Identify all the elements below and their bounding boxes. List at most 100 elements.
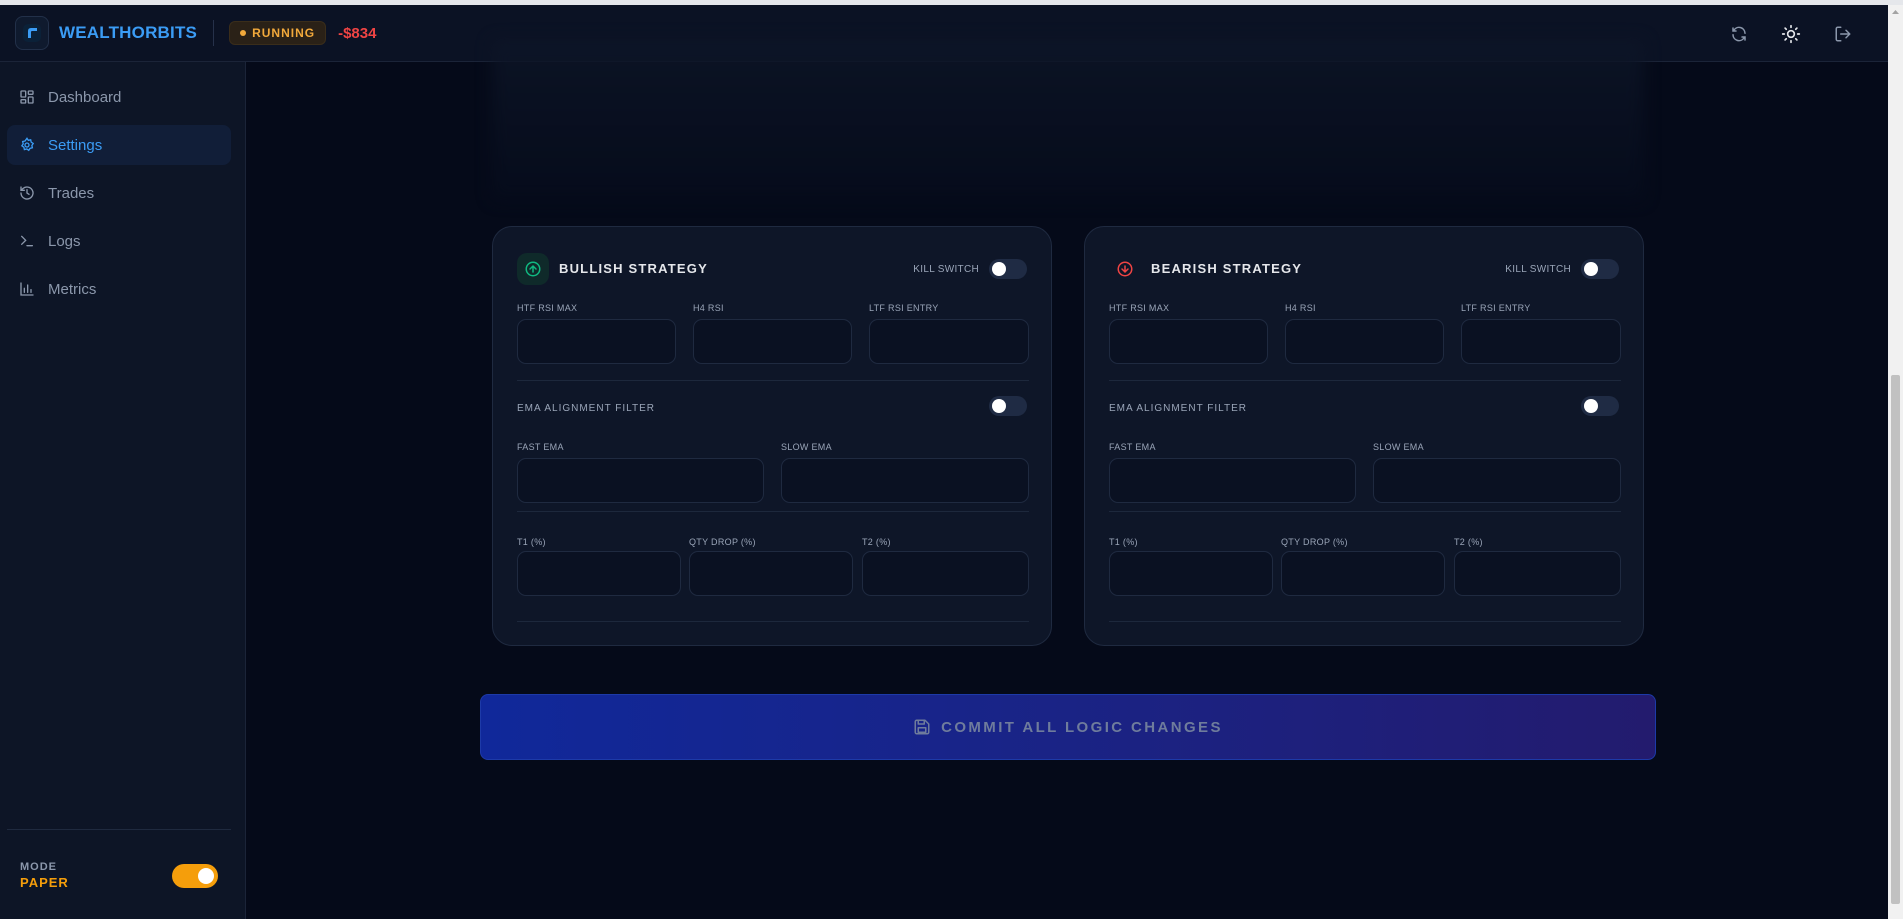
commit-all-changes-button[interactable]: COMMIT ALL LOGIC CHANGES: [480, 694, 1656, 760]
bullish-h4-rsi-input[interactable]: [693, 319, 852, 364]
bullish-ema-filter-toggle[interactable]: [989, 396, 1027, 416]
refresh-icon: [1732, 26, 1746, 41]
bullish-fast-ema-input[interactable]: [517, 458, 764, 503]
history-icon: [20, 186, 34, 200]
toggle-knob: [992, 399, 1006, 413]
toggle-knob: [1584, 262, 1598, 276]
sun-icon: [1781, 24, 1801, 43]
sidebar: Dashboard Settings Trades Logs Metrics M…: [0, 62, 246, 919]
bearish-slow-ema-input[interactable]: [1373, 458, 1621, 503]
status-text: RUNNING: [252, 26, 316, 40]
blurred-content-area: [492, 40, 1644, 200]
page-scrollbar[interactable]: [1888, 5, 1903, 919]
mode-toggle[interactable]: [172, 864, 218, 888]
brand-name: WEALTHORBITS: [59, 23, 198, 42]
bearish-h4-rsi-input[interactable]: [1285, 319, 1444, 364]
bullish-htf-rsi-max-input[interactable]: [517, 319, 676, 364]
card-divider: [517, 621, 1029, 622]
bearish-htf-rsi-max-input[interactable]: [1109, 319, 1268, 364]
bullish-slow-ema-input[interactable]: [781, 458, 1029, 503]
t1-label: T1 (%): [517, 537, 546, 547]
ltf-rsi-entry-label: LTF RSI ENTRY: [869, 303, 939, 313]
sidebar-divider: [7, 829, 231, 830]
kill-switch-label: KILL SWITCH: [1505, 264, 1571, 275]
toggle-knob: [1584, 399, 1598, 413]
bar-chart-icon: [20, 282, 34, 296]
slow-ema-label: SLOW EMA: [781, 442, 832, 452]
bullish-qty-drop-input[interactable]: [689, 551, 853, 596]
bullish-title: BULLISH STRATEGY: [559, 261, 708, 276]
bearish-qty-drop-input[interactable]: [1281, 551, 1445, 596]
sidebar-item-settings[interactable]: Settings: [7, 125, 231, 165]
bullish-t2-input[interactable]: [862, 551, 1029, 596]
slow-ema-label: SLOW EMA: [1373, 442, 1424, 452]
sidebar-item-trades[interactable]: Trades: [7, 173, 231, 213]
t2-label: T2 (%): [1454, 537, 1483, 547]
ltf-rsi-entry-label: LTF RSI ENTRY: [1461, 303, 1531, 313]
logo-icon: [23, 24, 41, 42]
bullish-ltf-rsi-entry-input[interactable]: [869, 319, 1029, 364]
sidebar-item-label: Metrics: [48, 280, 97, 298]
bearish-t1-input[interactable]: [1109, 551, 1273, 596]
qty-drop-label: QTY DROP (%): [689, 537, 756, 547]
theme-toggle-button[interactable]: [1778, 21, 1804, 47]
qty-drop-label: QTY DROP (%): [1281, 537, 1348, 547]
bearish-kill-switch-toggle[interactable]: [1581, 259, 1619, 279]
sidebar-item-metrics[interactable]: Metrics: [7, 269, 231, 309]
card-divider: [1109, 621, 1621, 622]
htf-rsi-max-label: HTF RSI MAX: [1109, 303, 1170, 313]
h4-rsi-label: H4 RSI: [1285, 303, 1316, 313]
fast-ema-label: FAST EMA: [1109, 442, 1156, 452]
refresh-button[interactable]: [1726, 21, 1752, 47]
arrow-up-circle-icon: [525, 261, 541, 277]
card-divider: [517, 511, 1029, 512]
status-dot: [240, 30, 247, 36]
toggle-knob: [198, 868, 214, 884]
sidebar-item-label: Trades: [48, 184, 95, 202]
sidebar-item-dashboard[interactable]: Dashboard: [7, 77, 231, 117]
bullish-t1-input[interactable]: [517, 551, 681, 596]
toggle-knob: [992, 262, 1006, 276]
card-divider: [1109, 511, 1621, 512]
bearish-ltf-rsi-entry-input[interactable]: [1461, 319, 1621, 364]
card-divider: [517, 380, 1029, 381]
t2-label: T2 (%): [862, 537, 891, 547]
bearish-icon-box: [1109, 253, 1141, 285]
fast-ema-label: FAST EMA: [517, 442, 564, 452]
htf-rsi-max-label: HTF RSI MAX: [517, 303, 578, 313]
logout-button[interactable]: [1830, 21, 1856, 47]
commit-label: COMMIT ALL LOGIC CHANGES: [941, 718, 1223, 736]
sidebar-item-label: Logs: [48, 232, 81, 250]
grid-icon: [20, 90, 34, 104]
t1-label: T1 (%): [1109, 537, 1138, 547]
bullish-strategy-card: BULLISH STRATEGY KILL SWITCH HTF RSI MAX…: [492, 226, 1052, 646]
sidebar-item-label: Settings: [48, 136, 103, 154]
gear-icon: [20, 137, 35, 152]
bearish-fast-ema-input[interactable]: [1109, 458, 1356, 503]
terminal-icon: [21, 235, 33, 247]
sidebar-item-logs[interactable]: Logs: [7, 221, 231, 261]
card-divider: [1109, 380, 1621, 381]
ema-filter-label: EMA ALIGNMENT FILTER: [1109, 403, 1247, 414]
scroll-up-arrow-icon[interactable]: [1888, 6, 1903, 18]
h4-rsi-label: H4 RSI: [693, 303, 724, 313]
mode-value: PAPER: [20, 875, 69, 890]
save-icon: [914, 719, 930, 735]
bearish-ema-filter-toggle[interactable]: [1581, 396, 1619, 416]
bearish-t2-input[interactable]: [1454, 551, 1621, 596]
scrollbar-thumb[interactable]: [1891, 375, 1900, 904]
mode-label: MODE: [20, 861, 57, 873]
status-badge: RUNNING: [229, 21, 327, 45]
sidebar-item-label: Dashboard: [48, 88, 122, 106]
arrow-down-circle-icon: [1117, 261, 1133, 277]
ema-filter-label: EMA ALIGNMENT FILTER: [517, 403, 655, 414]
header-actions: [1726, 5, 1856, 62]
bullish-icon-box: [517, 253, 549, 285]
logout-icon: [1835, 26, 1851, 41]
bearish-strategy-card: BEARISH STRATEGY KILL SWITCH HTF RSI MAX…: [1084, 226, 1644, 646]
bearish-title: BEARISH STRATEGY: [1151, 261, 1303, 276]
pnl-value: -$834: [338, 24, 377, 42]
header-divider: [213, 20, 215, 46]
bullish-kill-switch-toggle[interactable]: [989, 259, 1027, 279]
logo[interactable]: [15, 16, 49, 50]
